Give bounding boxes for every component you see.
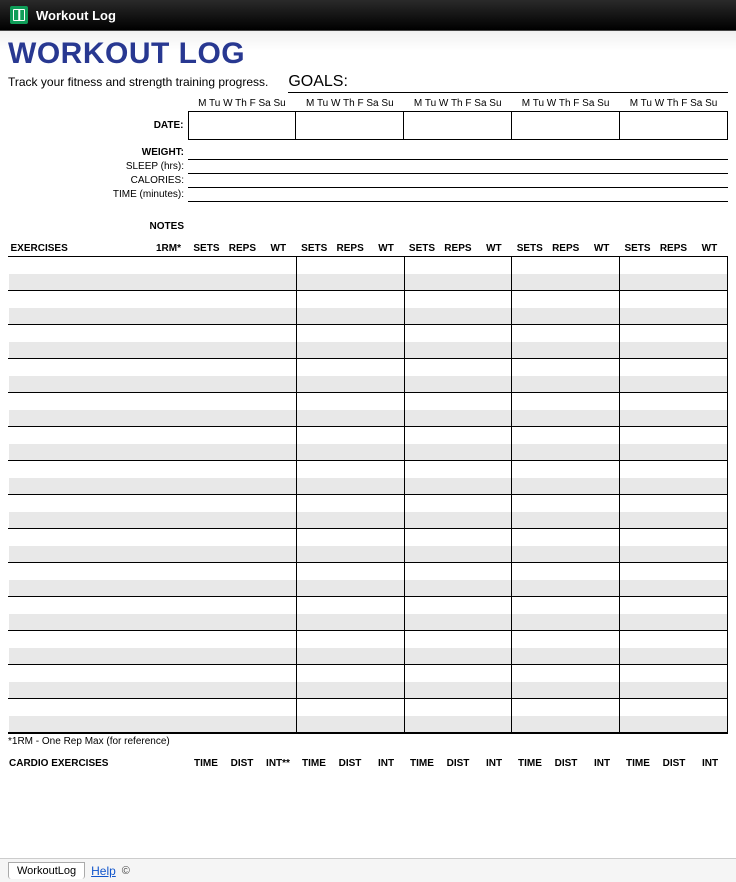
rm-footnote: *1RM - One Rep Max (for reference) [8,733,728,747]
exercise-row[interactable] [9,376,728,393]
exercise-row[interactable] [9,461,728,478]
exercise-row[interactable] [9,444,728,461]
col-reps: REPS [655,241,691,257]
col-dist: DIST [440,757,476,770]
exercises-header-row: EXERCISES 1RM* SETS REPS WT SETS REPS WT… [9,241,728,257]
day-header: M Tu W Th F Sa Su [188,97,296,111]
tagline: Track your fitness and strength training… [8,75,268,89]
rm-header: 1RM* [149,241,189,257]
tab-workoutlog[interactable]: WorkoutLog [8,862,85,879]
sheet-tabbar: WorkoutLog Help © [0,858,736,882]
exercise-row[interactable] [9,648,728,665]
exercise-row[interactable] [9,478,728,495]
sheets-icon [10,6,28,24]
col-int: INT [584,757,620,770]
app-topbar: Workout Log [0,0,736,31]
exercises-table: EXERCISES 1RM* SETS REPS WT SETS REPS WT… [8,241,728,733]
exercise-row[interactable] [9,580,728,597]
exercise-row[interactable] [9,308,728,325]
day-header: M Tu W Th F Sa Su [296,97,404,111]
app-title: Workout Log [36,8,116,23]
exercise-row[interactable] [9,359,728,376]
col-sets: SETS [404,241,440,257]
date-label: DATE: [8,111,188,139]
subtitle-row: Track your fitness and strength training… [8,73,728,93]
exercise-row[interactable] [9,665,728,682]
time-label: TIME (minutes): [8,187,188,201]
col-int: INT [368,757,404,770]
exercise-row[interactable] [9,563,728,580]
exercise-row[interactable] [9,597,728,614]
col-time: TIME [620,757,656,770]
page-title: WORKOUT LOG [8,37,728,71]
exercise-row[interactable] [9,699,728,716]
col-time: TIME [404,757,440,770]
col-wt: WT [476,241,512,257]
col-dist: DIST [548,757,584,770]
col-sets: SETS [296,241,332,257]
date-cell[interactable] [404,111,512,139]
col-reps: REPS [548,241,584,257]
exercise-row[interactable] [9,614,728,631]
exercise-row[interactable] [9,546,728,563]
exercise-row[interactable] [9,427,728,444]
col-time: TIME [512,757,548,770]
date-cell[interactable] [620,111,728,139]
date-cell[interactable] [296,111,404,139]
exercise-row[interactable] [9,325,728,342]
notes-label: NOTES [8,219,188,233]
col-dist: DIST [332,757,368,770]
exercise-row[interactable] [9,631,728,648]
exercise-row[interactable] [9,529,728,546]
day-header: M Tu W Th F Sa Su [620,97,728,111]
col-sets: SETS [189,241,225,257]
col-dist: DIST [224,757,260,770]
copyright-icon: © [122,865,130,877]
sheet-content[interactable]: WORKOUT LOG Track your fitness and stren… [0,31,736,858]
time-input[interactable] [188,187,728,201]
sleep-label: SLEEP (hrs): [8,159,188,173]
col-wt: WT [691,241,727,257]
exercise-row[interactable] [9,274,728,291]
col-int: INT [692,757,728,770]
date-cell[interactable] [512,111,620,139]
col-reps: REPS [224,241,260,257]
exercise-row[interactable] [9,393,728,410]
col-sets: SETS [512,241,548,257]
col-sets: SETS [620,241,656,257]
exercise-row[interactable] [9,495,728,512]
exercise-row[interactable] [9,512,728,529]
exercise-row[interactable] [9,291,728,308]
col-int: INT [476,757,512,770]
col-reps: REPS [332,241,368,257]
cardio-table: CARDIO EXERCISES TIME DIST INT** TIME DI… [8,757,728,770]
col-time: TIME [296,757,332,770]
exercises-header: EXERCISES [9,241,149,257]
sleep-input[interactable] [188,159,728,173]
weight-label: WEIGHT: [8,145,188,159]
weight-input[interactable] [188,145,728,159]
col-wt: WT [368,241,404,257]
cardio-header-row: CARDIO EXERCISES TIME DIST INT** TIME DI… [8,757,728,770]
cardio-header: CARDIO EXERCISES [8,757,188,770]
col-dist: DIST [656,757,692,770]
exercise-row[interactable] [9,682,728,699]
exercise-row[interactable] [9,257,728,274]
calories-label: CALORIES: [8,173,188,187]
date-cell[interactable] [188,111,296,139]
help-link[interactable]: Help [91,864,116,878]
col-wt: WT [260,241,296,257]
col-wt: WT [584,241,620,257]
col-reps: REPS [440,241,476,257]
day-header: M Tu W Th F Sa Su [512,97,620,111]
goals-label[interactable]: GOALS: [288,73,728,93]
calories-input[interactable] [188,173,728,187]
col-int: INT** [260,757,296,770]
exercise-row[interactable] [9,342,728,359]
day-header: M Tu W Th F Sa Su [404,97,512,111]
exercise-row[interactable] [9,410,728,427]
col-time: TIME [188,757,224,770]
header-grid: M Tu W Th F Sa Su M Tu W Th F Sa Su M Tu… [8,97,728,233]
exercise-row[interactable] [9,716,728,733]
